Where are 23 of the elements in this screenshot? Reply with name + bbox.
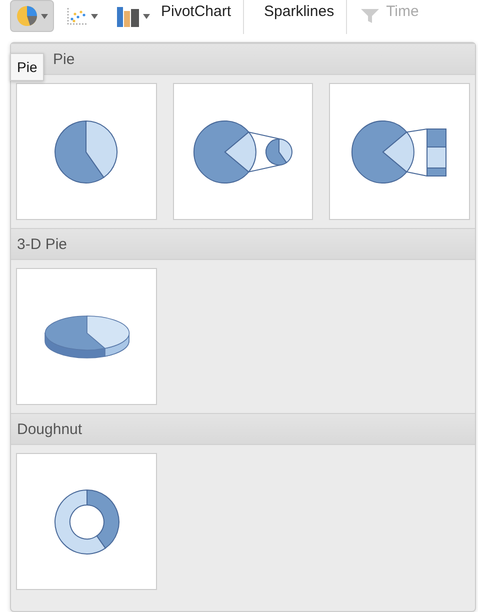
tooltip: Pie (10, 53, 44, 81)
doughnut-chart-icon (54, 488, 120, 554)
caret-icon (143, 14, 150, 18)
pie-chart-icon (16, 5, 38, 27)
chart-type-option[interactable] (172, 83, 314, 220)
filter-icon (359, 7, 382, 25)
chart-type-option[interactable] (329, 83, 470, 220)
scatter-chart-icon (66, 6, 88, 26)
caret-icon (41, 14, 48, 18)
pie-chart-icon (54, 120, 118, 184)
bar-of-pie-chart-icon (351, 120, 448, 184)
chart-type-option[interactable] (16, 268, 157, 405)
section-header: Doughnut (11, 413, 475, 445)
ribbon-button[interactable]: Sparklines (250, 0, 340, 32)
pie-of-pie-chart-icon (192, 120, 294, 184)
chart-type-option[interactable] (16, 453, 157, 590)
chart-type-option[interactable] (16, 83, 157, 220)
chart-dropdown-button[interactable]: PivotChart (110, 0, 238, 32)
bar-chart-icon (116, 5, 140, 27)
chart-dropdown-button[interactable] (10, 0, 54, 32)
caret-icon (91, 14, 98, 18)
three-d-pie-chart-icon (44, 314, 130, 358)
section-header: 3-D Pie (11, 228, 475, 260)
